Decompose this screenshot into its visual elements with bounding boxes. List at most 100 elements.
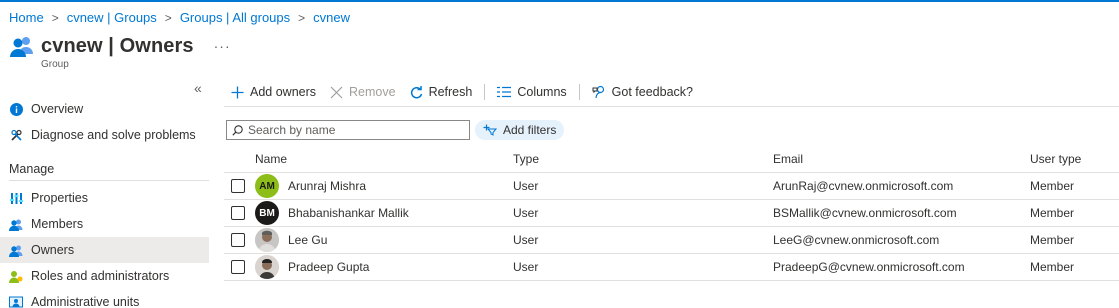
owners-table: Name Type Email User type AM Arunraj Mis… (224, 146, 1119, 281)
sidebar-item-overview[interactable]: Overview (0, 96, 209, 122)
row-checkbox-cell (231, 200, 245, 226)
command-bar: Add owners Remove Refresh Columns Got fe… (231, 82, 707, 102)
add-filters-button[interactable]: Add filters (475, 120, 564, 140)
add-filters-label: Add filters (503, 123, 557, 137)
avatar-photo (255, 255, 279, 279)
column-header-user-type[interactable]: User type (1030, 146, 1081, 172)
columns-button[interactable]: Columns (497, 85, 567, 99)
name-cell: AM Arunraj Mishra (255, 173, 366, 199)
breadcrumb-group[interactable]: cvnew (313, 10, 350, 25)
column-header-type[interactable]: Type (513, 146, 539, 172)
breadcrumb-home[interactable]: Home (9, 10, 44, 25)
columns-label: Columns (517, 85, 567, 99)
breadcrumb-separator: > (298, 10, 306, 25)
page-title: cvnew | Owners (41, 34, 194, 57)
row-checkbox[interactable] (231, 206, 245, 220)
table-row[interactable]: AM Arunraj Mishra User ArunRaj@cvnew.onm… (224, 173, 1119, 200)
avatar: BM (255, 201, 279, 225)
group-icon (9, 33, 35, 59)
members-icon (9, 217, 23, 231)
toolbar-divider (224, 106, 1119, 107)
owner-name[interactable]: Lee Gu (288, 233, 327, 247)
sidebar-item-label: Properties (31, 191, 88, 205)
email-cell: BSMallik@cvnew.onmicrosoft.com (773, 206, 957, 220)
sidebar-divider (9, 180, 209, 181)
name-cell: BM Bhabanishankar Mallik (255, 200, 409, 226)
type-cell: User (513, 233, 539, 247)
admin-units-icon (9, 295, 23, 308)
remove-label: Remove (349, 85, 396, 99)
add-owners-button[interactable]: Add owners (231, 85, 316, 99)
toolbar-separator (484, 84, 486, 100)
user-type-cell: Member (1030, 233, 1075, 247)
top-accent-line (0, 0, 1119, 2)
user-type-cell: Member (1030, 206, 1075, 220)
sidebar-item-properties[interactable]: Properties (0, 185, 209, 211)
type-cell: User (513, 206, 539, 220)
remove-button[interactable]: Remove (330, 85, 396, 99)
type-cell: User (513, 260, 539, 274)
breadcrumb-separator: > (164, 10, 172, 25)
column-header-email[interactable]: Email (773, 146, 803, 172)
refresh-label: Refresh (428, 85, 473, 99)
sidebar-item-label: Roles and administrators (31, 269, 170, 283)
sidebar-item-label: Owners (31, 243, 75, 257)
email-cell: LeeG@cvnew.onmicrosoft.com (773, 233, 940, 247)
collapse-sidebar-icon[interactable]: « (194, 80, 202, 96)
avatar-photo (255, 228, 279, 252)
avatar: AM (255, 174, 279, 198)
row-checkbox[interactable] (231, 179, 245, 193)
user-type-cell: Member (1030, 179, 1075, 193)
plus-icon (231, 86, 244, 98)
sidebar-item-label: Overview (31, 102, 84, 116)
properties-icon (9, 191, 23, 205)
owner-name[interactable]: Bhabanishankar Mallik (288, 206, 409, 220)
breadcrumb-groups[interactable]: cvnew | Groups (67, 10, 157, 25)
row-checkbox-cell (231, 227, 245, 253)
toolbar-separator (578, 84, 580, 100)
breadcrumb-all-groups[interactable]: Groups | All groups (180, 10, 290, 25)
sidebar-item-roles[interactable]: Roles and administrators (0, 263, 209, 289)
add-filter-icon (483, 124, 497, 136)
sidebar-item-label: Diagnose and solve problems (31, 128, 196, 142)
feedback-button[interactable]: Got feedback? (592, 85, 693, 99)
wrench-icon (9, 128, 23, 142)
roles-icon (9, 269, 23, 283)
owners-icon (9, 243, 23, 257)
sidebar-item-diagnose[interactable]: Diagnose and solve problems (0, 122, 209, 148)
row-checkbox[interactable] (231, 233, 245, 247)
info-icon (9, 102, 23, 116)
sidebar-item-members[interactable]: Members (0, 211, 209, 237)
refresh-button[interactable]: Refresh (410, 85, 473, 99)
page-header: cvnew | Owners ··· (9, 33, 231, 59)
columns-icon (497, 86, 512, 98)
email-cell: ArunRaj@cvnew.onmicrosoft.com (773, 179, 954, 193)
column-header-name[interactable]: Name (255, 146, 287, 172)
refresh-icon (410, 85, 422, 98)
name-cell: Lee Gu (255, 227, 327, 253)
feedback-icon (592, 85, 604, 99)
sidebar: Overview Diagnose and solve problems Man… (0, 96, 209, 308)
row-checkbox-cell (231, 173, 245, 199)
name-cell: Pradeep Gupta (255, 254, 369, 280)
search-input[interactable] (248, 123, 458, 137)
table-row[interactable]: Pradeep Gupta User PradeepG@cvnew.onmicr… (224, 254, 1119, 281)
add-owners-label: Add owners (250, 85, 317, 99)
owner-name[interactable]: Arunraj Mishra (288, 179, 366, 193)
user-type-cell: Member (1030, 260, 1075, 274)
close-icon (330, 86, 343, 98)
sidebar-item-owners[interactable]: Owners (0, 237, 209, 263)
table-header: Name Type Email User type (224, 146, 1119, 173)
search-box[interactable] (226, 120, 470, 140)
more-options-icon[interactable]: ··· (214, 38, 231, 54)
sidebar-item-admin-units[interactable]: Administrative units (0, 289, 209, 308)
type-cell: User (513, 179, 539, 193)
table-row[interactable]: BM Bhabanishankar Mallik User BSMallik@c… (224, 200, 1119, 227)
sidebar-item-label: Members (31, 217, 84, 231)
table-row[interactable]: Lee Gu User LeeG@cvnew.onmicrosoft.com M… (224, 227, 1119, 254)
row-checkbox[interactable] (231, 260, 245, 274)
email-cell: PradeepG@cvnew.onmicrosoft.com (773, 260, 965, 274)
page-subtitle: Group (41, 59, 69, 70)
owner-name[interactable]: Pradeep Gupta (288, 260, 369, 274)
breadcrumb: Home > cvnew | Groups > Groups | All gro… (9, 10, 350, 25)
